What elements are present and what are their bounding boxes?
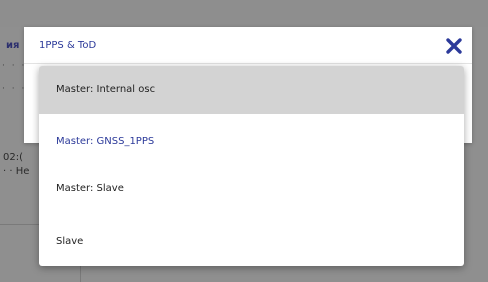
option-master-internal-osc[interactable]: Master: Internal osc — [39, 66, 464, 114]
option-master-gnss-1pps[interactable]: Master: GNSS_1PPS — [39, 118, 464, 166]
close-button[interactable] — [444, 36, 464, 56]
background-value: · · Не — [3, 166, 30, 177]
background-heading-fragment: ия — [6, 40, 20, 51]
background-value: 02:( — [3, 152, 23, 163]
option-label: Master: Slave — [56, 183, 124, 194]
option-label: Slave — [56, 236, 84, 247]
option-label: Master: Internal osc — [56, 84, 156, 95]
modal-header: 1PPS & ToD — [24, 27, 472, 64]
option-slave[interactable]: Slave — [39, 218, 464, 266]
option-label: Master: GNSS_1PPS — [56, 136, 155, 147]
close-x-icon — [446, 38, 462, 54]
modal-title: 1PPS & ToD — [39, 40, 97, 51]
select-dropdown-list[interactable]: Master: Internal osc Master: GNSS_1PPS M… — [39, 66, 464, 266]
option-master-slave[interactable]: Master: Slave — [39, 165, 464, 213]
